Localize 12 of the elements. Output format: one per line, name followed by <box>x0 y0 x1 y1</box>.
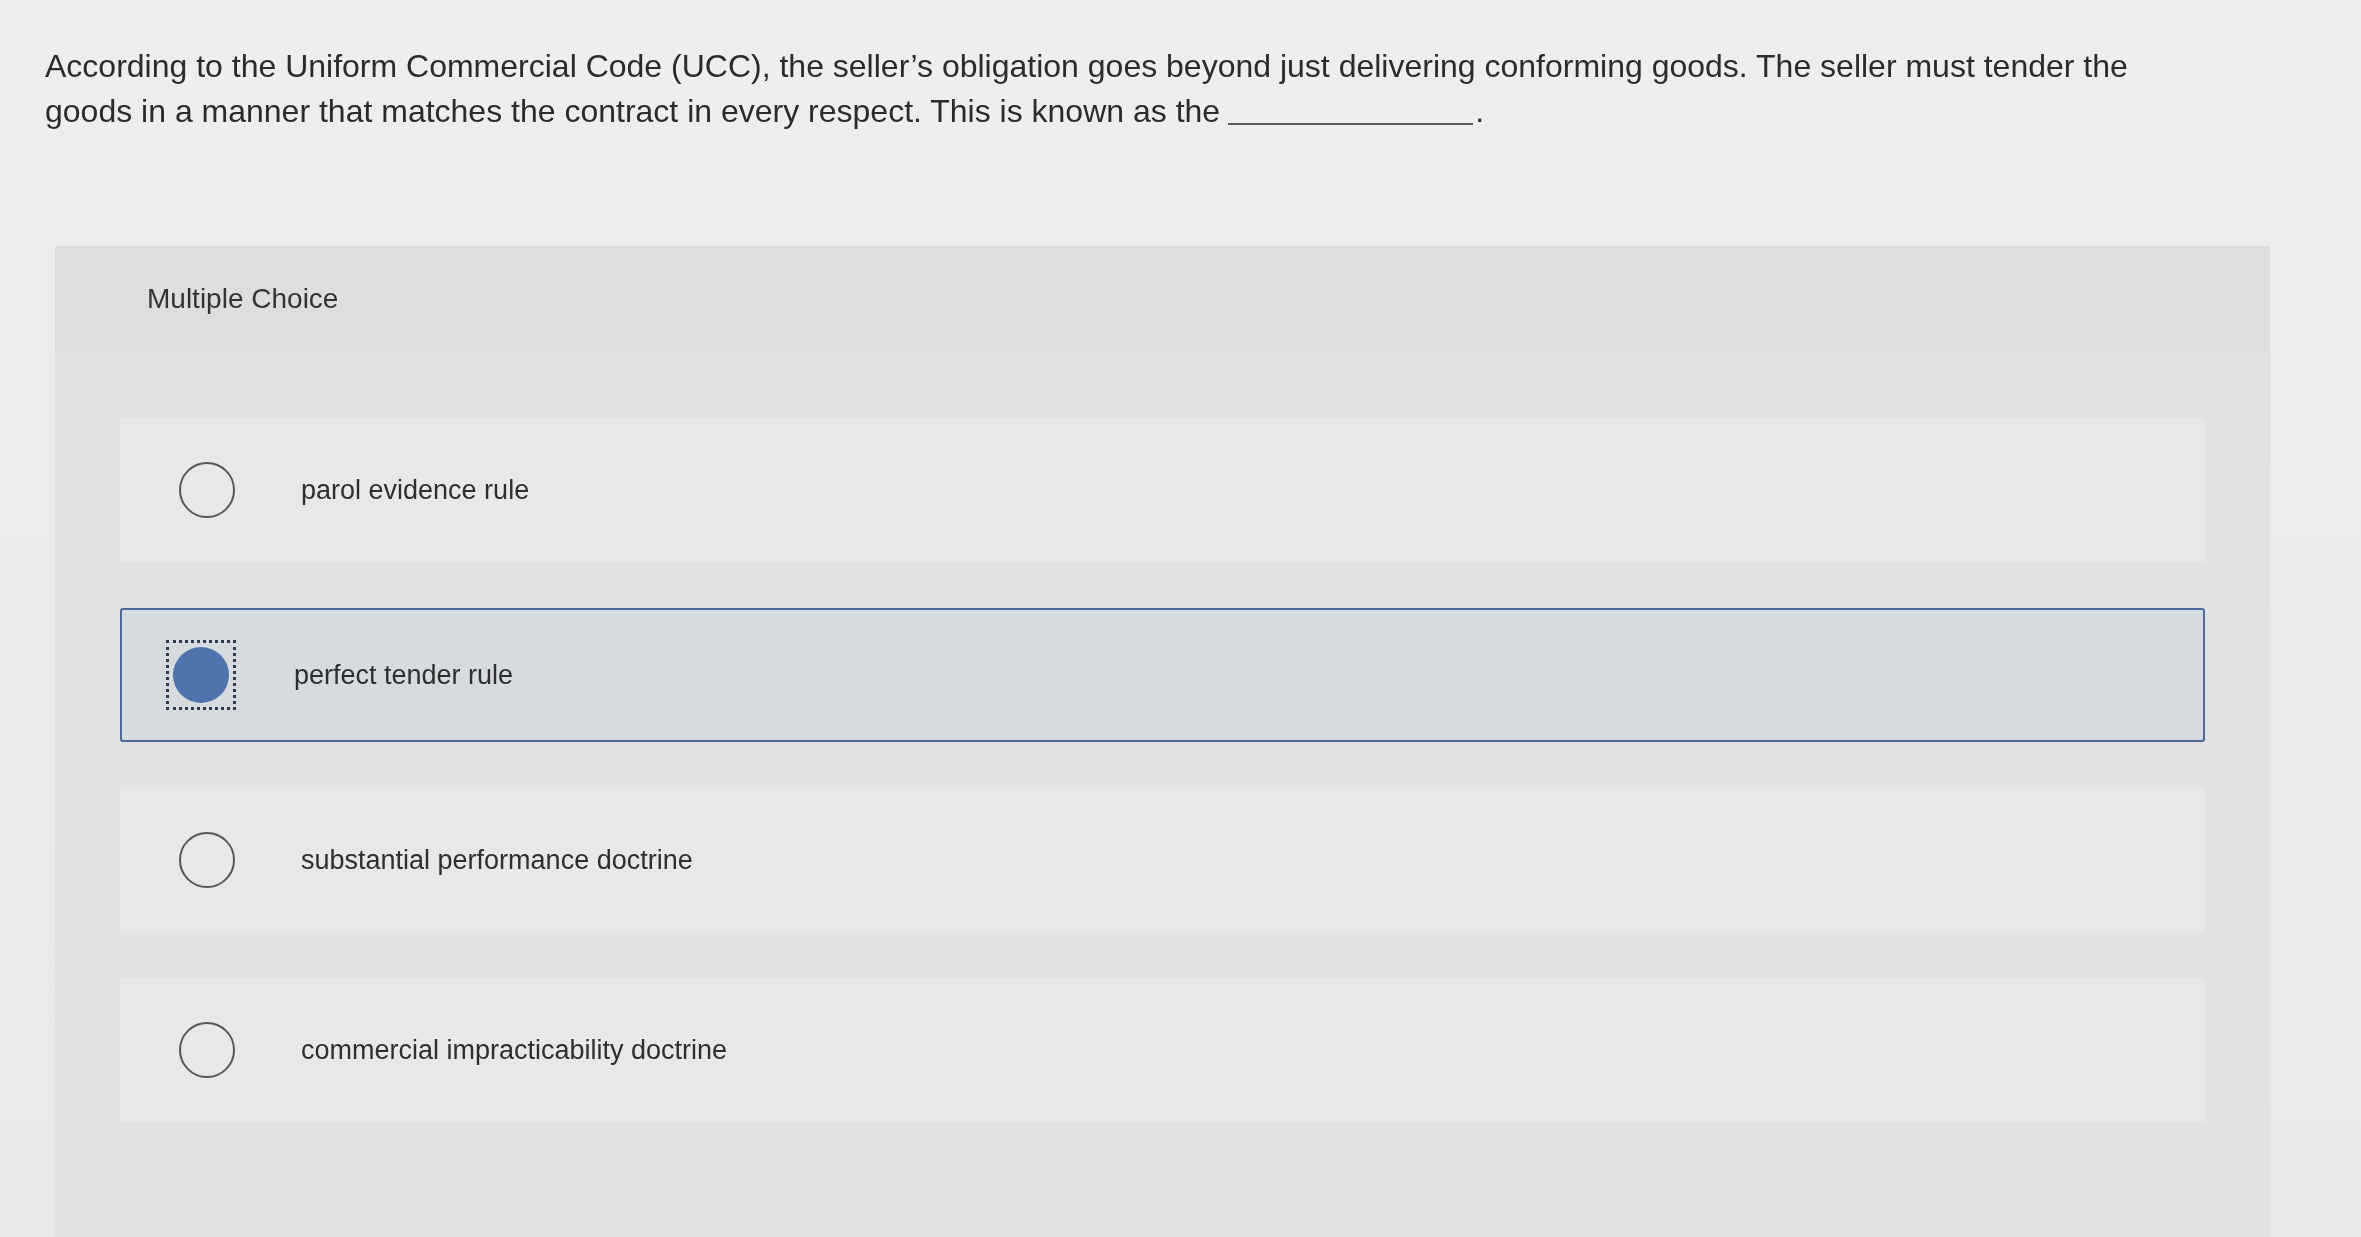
radio-button[interactable] <box>179 832 235 888</box>
question-text: goods in a manner that matches the contract in every respect. This is known as the <box>45 92 1221 131</box>
radio-button[interactable] <box>179 1022 235 1078</box>
radio-button[interactable] <box>166 640 236 710</box>
radio-button[interactable] <box>179 462 235 518</box>
answer-option[interactable]: commercial impracticability doctrine <box>120 978 2205 1122</box>
period-text: . <box>1475 92 1484 131</box>
answer-option[interactable]: parol evidence rule <box>120 418 2205 562</box>
answer-option[interactable]: substantial performance doctrine <box>120 788 2205 932</box>
panel-title: Multiple Choice <box>147 283 339 315</box>
question-text: According to the Uniform Commercial Code (UCC), the seller’s obligation goes beyond just delivering conforming goods. The seller must tender the <box>45 47 2128 86</box>
answer-option[interactable]: perfect tender rule <box>120 608 2205 742</box>
